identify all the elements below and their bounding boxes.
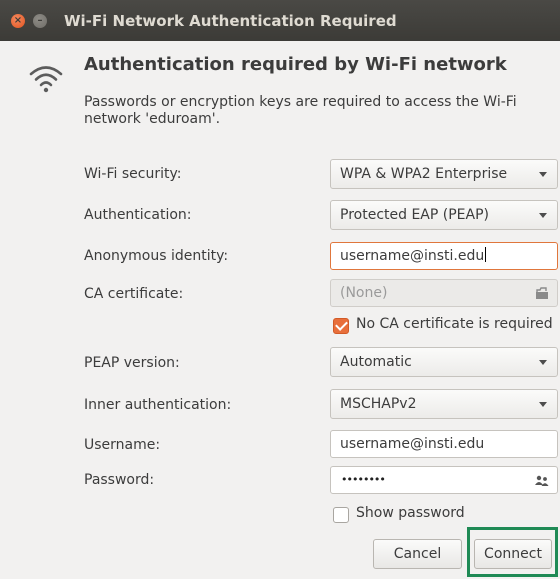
password-masked-value: •••••••• (341, 473, 386, 486)
chevron-down-icon (539, 172, 547, 177)
chevron-down-icon (539, 213, 547, 218)
authentication-select[interactable]: Protected EAP (PEAP) (330, 200, 558, 230)
password-storage-icon[interactable] (535, 475, 549, 486)
dialog-heading: Authentication required by Wi-Fi network (84, 54, 507, 75)
close-window-button[interactable]: × (11, 14, 25, 28)
inner-authentication-select[interactable]: MSCHAPv2 (330, 389, 558, 419)
chevron-down-icon (539, 402, 547, 407)
password-label: Password: (84, 472, 155, 488)
title-bar: × – Wi-Fi Network Authentication Require… (0, 0, 560, 41)
authentication-label: Authentication: (84, 207, 192, 223)
window-title: Wi-Fi Network Authentication Required (64, 12, 397, 30)
peap-version-label: PEAP version: (84, 355, 180, 371)
username-input[interactable]: username@insti.edu (330, 430, 558, 458)
show-password-checkbox[interactable] (333, 507, 349, 523)
anonymous-identity-input[interactable]: username@insti.edu (330, 242, 558, 270)
wifi-icon (29, 66, 63, 93)
ca-certificate-value: (None) (340, 285, 388, 301)
peap-version-select[interactable]: Automatic (330, 347, 558, 377)
dialog-description: Passwords or encryption keys are require… (84, 94, 517, 127)
no-ca-certificate-checkbox[interactable] (333, 318, 349, 334)
authentication-value: Protected EAP (PEAP) (340, 207, 489, 223)
show-password-label[interactable]: Show password (356, 505, 465, 521)
minimize-window-button[interactable]: – (33, 14, 47, 28)
inner-authentication-label: Inner authentication: (84, 397, 232, 413)
anonymous-identity-value: username@insti.edu (340, 248, 485, 264)
document-open-icon (536, 287, 548, 299)
text-cursor (485, 247, 487, 262)
inner-authentication-value: MSCHAPv2 (340, 396, 417, 412)
wifi-security-value: WPA & WPA2 Enterprise (340, 166, 508, 182)
peap-version-value: Automatic (340, 354, 412, 370)
username-value: username@insti.edu (340, 436, 485, 452)
ca-certificate-file-chooser[interactable]: (None) (330, 279, 558, 307)
ca-certificate-label: CA certificate: (84, 286, 184, 302)
cancel-button[interactable]: Cancel (373, 539, 462, 569)
connect-button-highlight (467, 527, 558, 577)
chevron-down-icon (539, 360, 547, 365)
password-input[interactable]: •••••••• (330, 466, 558, 494)
username-label: Username: (84, 437, 161, 453)
wifi-security-select[interactable]: WPA & WPA2 Enterprise (330, 159, 558, 189)
anonymous-identity-label: Anonymous identity: (84, 248, 229, 264)
wifi-security-label: Wi-Fi security: (84, 166, 182, 182)
no-ca-certificate-label[interactable]: No CA certificate is required (356, 316, 553, 332)
